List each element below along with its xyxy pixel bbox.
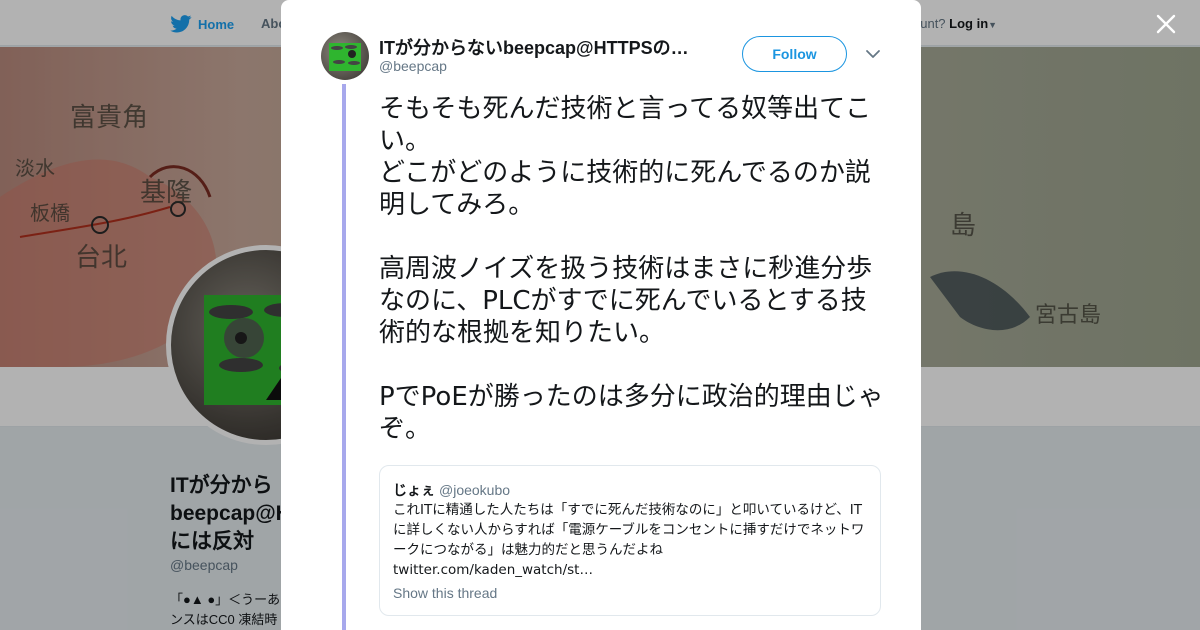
more-options-button[interactable] (863, 44, 883, 64)
quoted-tweet[interactable]: じょぇ @joeokubo これITに精通した人たちは「すでに死んだ技術なのに」と… (379, 465, 881, 616)
quoted-author-name: じょぇ (393, 482, 435, 498)
thread-line (342, 84, 346, 630)
quoted-tweet-header: じょぇ @joeokubo (393, 480, 510, 500)
author-name[interactable]: ITが分からないbeepcap@HTTPSの… (379, 34, 697, 60)
author-handle[interactable]: @beepcap (379, 58, 447, 74)
tweet-modal: ITが分からないbeepcap@HTTPSの… @beepcap Follow … (281, 0, 921, 630)
author-avatar[interactable] (321, 32, 369, 80)
close-icon (1156, 14, 1176, 34)
chevron-down-icon (866, 50, 880, 58)
quoted-author-handle: @joeokubo (439, 482, 511, 498)
follow-button[interactable]: Follow (742, 36, 847, 72)
close-button[interactable] (1152, 10, 1180, 38)
show-thread-link[interactable]: Show this thread (393, 585, 497, 601)
tweet-text: そもそも死んだ技術と言ってる奴等出てこい。 どこがどのように技術的に死んでるのか… (379, 94, 884, 444)
quoted-tweet-text: これITに精通した人たちは「すでに死んだ技術なのに」と叩いているけど、ITに詳し… (393, 502, 865, 578)
avatar-image (329, 43, 361, 71)
